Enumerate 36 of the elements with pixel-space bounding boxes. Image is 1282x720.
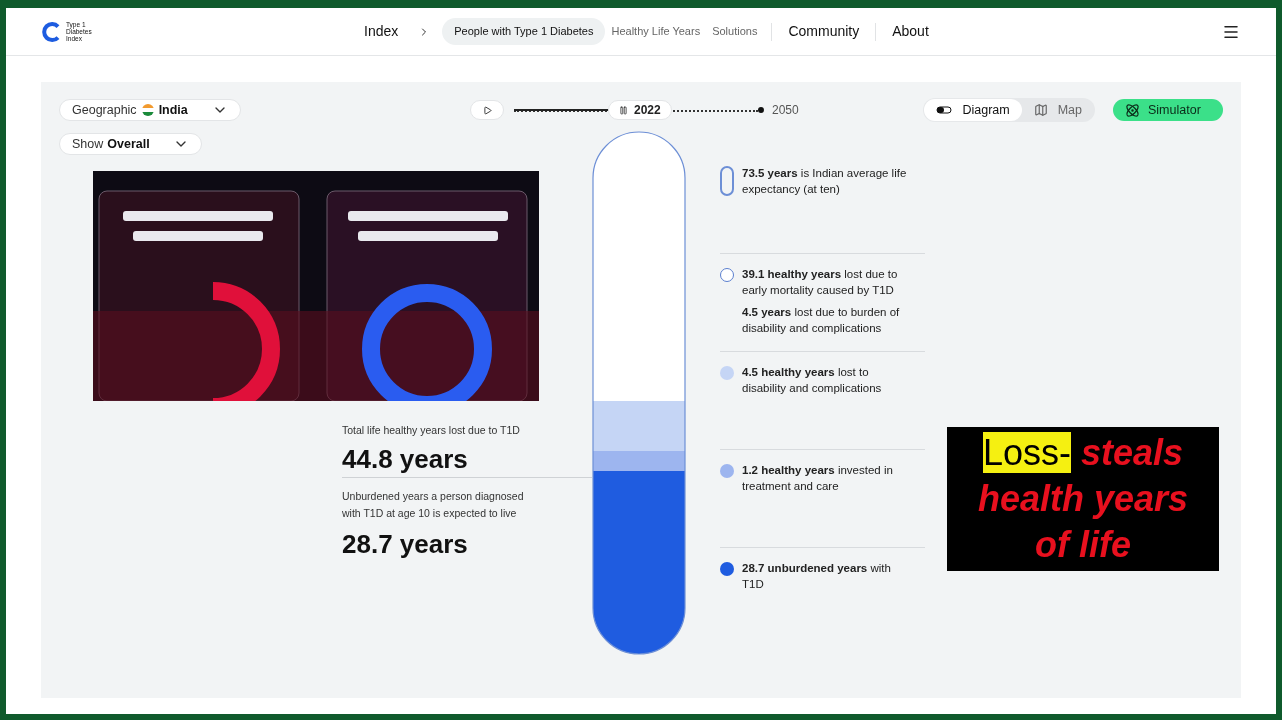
filter-label: Geographic — [72, 101, 137, 119]
tube-icon — [936, 106, 953, 114]
nav-link[interactable]: Solutions — [706, 23, 764, 40]
stat-value: 28.7 years — [342, 527, 469, 560]
filter-value: India — [158, 101, 188, 119]
simulator-button[interactable]: Simulator — [1113, 99, 1223, 121]
show-select[interactable]: Show Overall — [59, 133, 202, 155]
stat-value: 44.8 years — [342, 442, 469, 475]
nav-link[interactable]: Community — [780, 21, 868, 42]
nav-link[interactable]: About — [884, 21, 937, 42]
legend-text: 73.5 years is Indian average life expectancy (at ten) — [742, 166, 908, 197]
timeline-track[interactable]: 2022 — [514, 100, 764, 120]
atom-icon — [1125, 102, 1140, 118]
caption-text: Loss- steals health years of life — [976, 431, 1190, 567]
nav-link[interactable]: Healthy Life Years — [605, 23, 707, 40]
legend-text: 39.1 healthy years lost due to early mortality caused by T1D — [742, 267, 899, 298]
filter-value: Overall — [107, 135, 150, 153]
logo-icon[interactable] — [42, 21, 62, 42]
legend-text: 1.2 healthy years invested in treatment and care — [742, 463, 894, 494]
map-icon — [1033, 103, 1048, 117]
legend-note: 4.5 years lost due to burden of disability and complications — [742, 305, 901, 336]
stat-label: Unburdened years a person diagnosed with T1D at age 10 is expected to live — [342, 488, 525, 521]
nav-link[interactable]: People with Type 1 Diabetes — [442, 18, 606, 45]
geographic-select[interactable]: Geographic India — [59, 99, 241, 121]
play-icon — [482, 105, 492, 115]
filter-label: Show — [72, 135, 104, 153]
view-tab[interactable]: Diagram — [924, 99, 1022, 121]
legend-text: 4.5 healthy years lost to disability and complications — [742, 365, 883, 396]
legend-text: 28.7 unburdened years with T1D — [742, 561, 892, 592]
end-year: 2050 — [772, 102, 799, 119]
play-button[interactable] — [470, 100, 504, 120]
year-handle[interactable]: 2022 — [608, 100, 672, 120]
nav-link[interactable]: Index — [356, 21, 407, 42]
view-tab[interactable]: Map — [1021, 99, 1094, 121]
pause-icon — [619, 105, 628, 115]
stat-label: Total life healthy years lost due to T1D — [342, 423, 521, 438]
